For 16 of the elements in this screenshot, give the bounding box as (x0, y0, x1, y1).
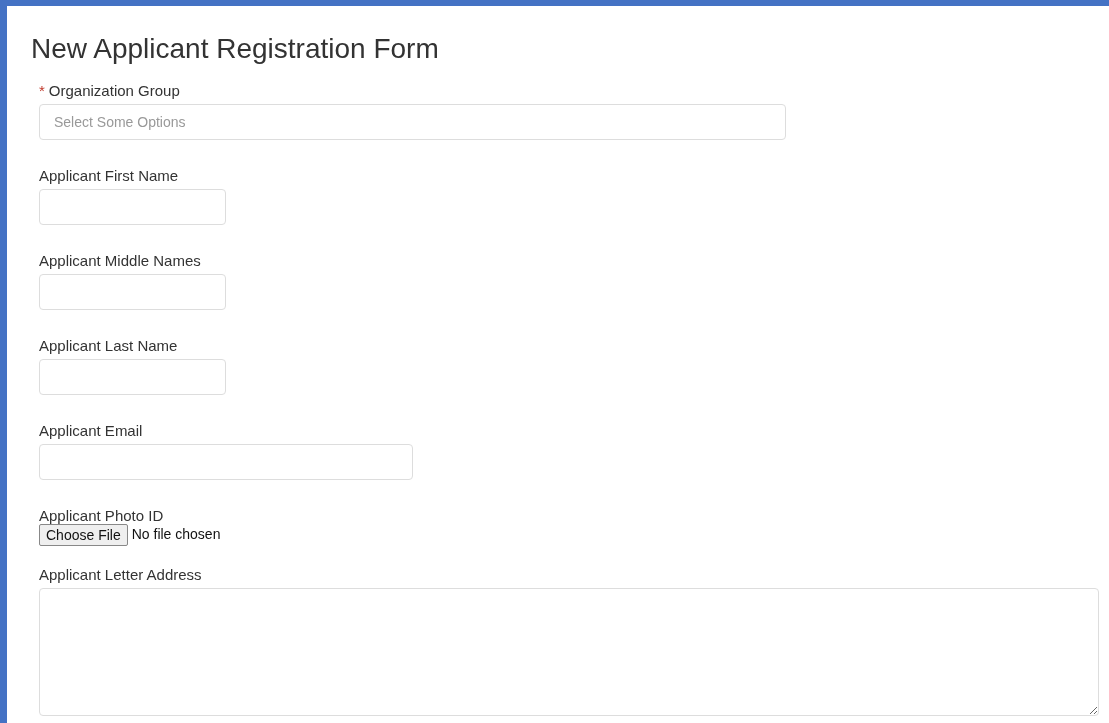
field-label: Applicant Last Name (39, 336, 178, 354)
field-label: Applicant Middle Names (39, 251, 201, 269)
field-label: Applicant Letter Address (39, 565, 202, 583)
field-label: Applicant First Name (39, 166, 179, 184)
field-label: Organization Group (48, 81, 180, 99)
field-label: Applicant Photo ID (39, 506, 164, 524)
text-field[interactable] (39, 188, 226, 225)
text-field[interactable] (39, 358, 226, 395)
choose-file-button[interactable]: Choose File (39, 523, 128, 546)
email-field[interactable] (39, 443, 413, 480)
required-marker: * (39, 81, 45, 99)
field-label: Applicant Email (39, 421, 143, 439)
text-field[interactable] (39, 273, 226, 310)
address-textarea[interactable] (39, 587, 1099, 716)
file-status: No file chosen (131, 525, 221, 545)
form-title: New Applicant Registration Form (31, 32, 440, 66)
